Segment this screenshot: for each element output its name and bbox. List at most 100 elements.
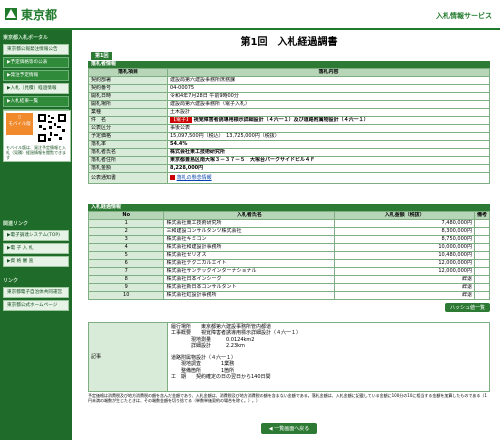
col-content-header: 落札内容 xyxy=(167,68,490,77)
bid-note xyxy=(473,243,491,252)
winner-section: 落札者情報 落札項目 落札内容 契約部署 建設局第六建設事務所庶務課 契約番号 04… xyxy=(88,61,490,184)
sidebar-item-nyusatsu-keika[interactable]: ▶入札（見積）経過情報 xyxy=(3,83,69,94)
table-row: 9 株式会社新日本コンサルタント 辞退 xyxy=(87,283,491,292)
value-industry: 土木設計 xyxy=(167,108,490,117)
bid-name: 株式会社日本インシーク xyxy=(163,275,336,284)
bid-note xyxy=(473,275,491,284)
bid-note xyxy=(473,291,491,300)
label-winner-address: 落札者住所 xyxy=(88,156,168,165)
mobile-phone-icon[interactable]: ▯ モバイル版 xyxy=(6,113,33,135)
bid-no: 4 xyxy=(87,243,165,252)
pdf-icon xyxy=(170,174,175,180)
table-row: 8 株式会社日本インシーク 辞退 xyxy=(87,275,491,284)
sidebar-item-koho[interactable]: 東京都公報発注情報公告 xyxy=(3,44,69,55)
notes-section: 記事 履行場所 東京都第六建設事務所管内都道 工事概要 視覚障害者誘導用標示詳細… xyxy=(88,322,490,392)
sidebar-item-nyusatsu-kekka[interactable]: ▶入札結果一覧 xyxy=(3,96,69,107)
hash-list-button[interactable]: ハッシュ値一覧 xyxy=(444,303,490,312)
value-opening-date: 令和4年7月28日 午前9時00分 xyxy=(167,92,490,101)
sidebar-item-denshi-chotatsu[interactable]: ▶電子調達システム(TOP) xyxy=(3,230,69,241)
table-row: 3 株式会社キミコン 8,750,000円 xyxy=(87,235,491,244)
bid-amount: 8,300,000円 xyxy=(334,227,475,236)
bid-note xyxy=(473,283,491,292)
service-title: 入札情報サービス xyxy=(436,12,492,20)
bid-amount: 12,000,000円 xyxy=(334,267,475,276)
bid-amount: 10,480,000円 xyxy=(334,251,475,260)
mobile-note: モバイル版は、発注予定情報と入札（見積）経過情報を閲覧できます xyxy=(6,145,66,160)
value-estimated-price: 15,097,500円（税込） 13,725,000円（税抜） xyxy=(167,132,490,141)
label-contract-no: 契約番号 xyxy=(88,84,168,93)
bid-amount: 7,480,000円 xyxy=(334,219,475,228)
winner-section-heading: 落札者情報 xyxy=(88,61,490,68)
notes-label: 記事 xyxy=(88,322,168,392)
bid-name: 三和建設コンサルタンツ株式会社 xyxy=(163,227,336,236)
table-row: 7 株式会社サンテックインターナショナル 12,000,000円 xyxy=(87,267,491,276)
footnote: 予定価格は消費税及び地方消費税の額を含んだ金額であり、入札金額は、消費税及び地方… xyxy=(88,393,487,403)
bid-no: 10 xyxy=(87,291,165,300)
bid-note xyxy=(473,227,491,236)
label-winner-name: 落札者氏名 xyxy=(88,148,168,157)
page-title: 第1回 入札経過調書 xyxy=(240,37,338,48)
bid-no: 7 xyxy=(87,267,165,276)
electronic-tag: 【電子】 xyxy=(170,117,193,123)
bid-no: 2 xyxy=(87,227,165,236)
bid-no: 6 xyxy=(87,259,165,268)
label-subject: 件 名 xyxy=(88,116,168,125)
col-name-header: 入札者氏名 xyxy=(163,211,336,220)
bid-note xyxy=(473,235,491,244)
sidebar-item-yotei-kakaku[interactable]: ▶予定価格等の公表 xyxy=(3,57,69,68)
value-winner-name: 株式会社東工技術研究所 xyxy=(167,148,490,157)
bidders-section: 入札経過情報 No 入札者氏名 入札金額（税抜） 備考 1 株式会社東工技術研究所… xyxy=(87,204,491,312)
col-note-header: 備考 xyxy=(473,211,491,220)
table-row: 6 株式会社テクニカルエイト 12,000,000円 xyxy=(87,259,491,268)
winner-table: 落札項目 落札内容 契約部署 建設局第六建設事務所庶務課 契約番号 04-00075… xyxy=(88,68,490,184)
subject-text: 視覚障害者誘導用標示詳細設計（４六一１）及び道路附属物設計（４六一１） xyxy=(193,117,369,124)
bid-name: 株式会社和建設計事務所 xyxy=(163,243,336,252)
bid-name: 株式会社新日本コンサルタント xyxy=(163,283,336,292)
sidebar-item-shikaku-shinsa[interactable]: ▶資 格 審 査 xyxy=(3,256,69,267)
value-winning-amount: 8,228,000円 xyxy=(167,164,490,173)
table-row: 5 株式会社セリオス 10,480,000円 xyxy=(87,251,491,260)
value-contract-no: 04-00075 xyxy=(167,84,490,93)
notes-table: 記事 履行場所 東京都第六建設事務所管内都道 工事概要 視覚障害者誘導用標示詳細… xyxy=(88,322,490,392)
value-winning-rate: 54.4% xyxy=(167,140,490,149)
logo-text: 東京都 xyxy=(21,8,58,22)
bid-amount: 12,000,000円 xyxy=(334,259,475,268)
sidebar-link-kyodo-unei[interactable]: 東京都電子自治体共同運営 xyxy=(3,287,69,298)
bid-amount: 8,750,000円 xyxy=(334,235,475,244)
bid-note xyxy=(473,259,491,268)
table-row: 2 三和建設コンサルタンツ株式会社 8,300,000円 xyxy=(87,227,491,236)
label-department: 契約部署 xyxy=(88,76,168,85)
bid-amount: 辞退 xyxy=(334,275,475,284)
value-winner-address: 東京都豊島区南大塚３－３７－５ 大塚台パークサイドビル４Ｆ xyxy=(167,156,490,165)
sidebar-heading-main: 東京都入札ポータル xyxy=(3,35,49,41)
bid-no: 8 xyxy=(87,275,165,284)
notes-content: 履行場所 東京都第六建設事務所管内都道 工事概要 視覚障害者誘導用標示詳細設計（… xyxy=(167,322,490,392)
label-winning-amount: 落札金額 xyxy=(88,164,168,173)
bid-no: 5 xyxy=(87,251,165,260)
bid-name: 株式会社テクニカルエイト xyxy=(163,259,336,268)
notice-link[interactable]: 落札の懸念情報 xyxy=(177,175,212,181)
tokyo-emblem-icon xyxy=(5,8,17,20)
value-publish-type: 事後公表 xyxy=(167,124,490,133)
sidebar: 東京都入札ポータル 東京都公報発注情報公告 ▶予定価格等の公表 ▶発注予定情報 … xyxy=(0,30,72,440)
value-subject: 【電子】 視覚障害者誘導用標示詳細設計（４六一１）及び道路附属物設計（４六一１） xyxy=(167,116,490,125)
bid-note xyxy=(473,267,491,276)
sidebar-item-denshi-nyusatsu[interactable]: ▶電 子 入 札 xyxy=(3,243,69,254)
tokyo-logo[interactable]: 東京都 xyxy=(4,6,57,23)
label-winning-rate: 落札率 xyxy=(88,140,168,149)
qr-code-icon xyxy=(37,113,67,143)
back-to-list-button[interactable]: ◀ 一覧画面へ戻る xyxy=(260,423,318,434)
sidebar-heading-links: リンク xyxy=(3,278,19,284)
bid-note xyxy=(473,251,491,260)
label-opening-date: 開札日時 xyxy=(88,92,168,101)
col-no-header: No xyxy=(87,211,165,220)
tab-round-1[interactable]: 第1回 xyxy=(91,52,113,60)
sidebar-item-hacchu-yotei[interactable]: ▶発注予定情報 xyxy=(3,70,69,81)
sidebar-link-koshiki-hp[interactable]: 東京都公式ホームページ xyxy=(3,300,69,311)
bidders-section-heading: 入札経過情報 xyxy=(88,204,490,211)
value-opening-place: 建設局第六建設事務所（電子入札） xyxy=(167,100,490,109)
value-department: 建設局第六建設事務所庶務課 xyxy=(167,76,490,85)
value-notice: 落札の懸念情報 xyxy=(167,172,490,184)
label-notice: 公表通知書 xyxy=(88,172,168,184)
col-amount-header: 入札金額（税抜） xyxy=(334,211,475,220)
